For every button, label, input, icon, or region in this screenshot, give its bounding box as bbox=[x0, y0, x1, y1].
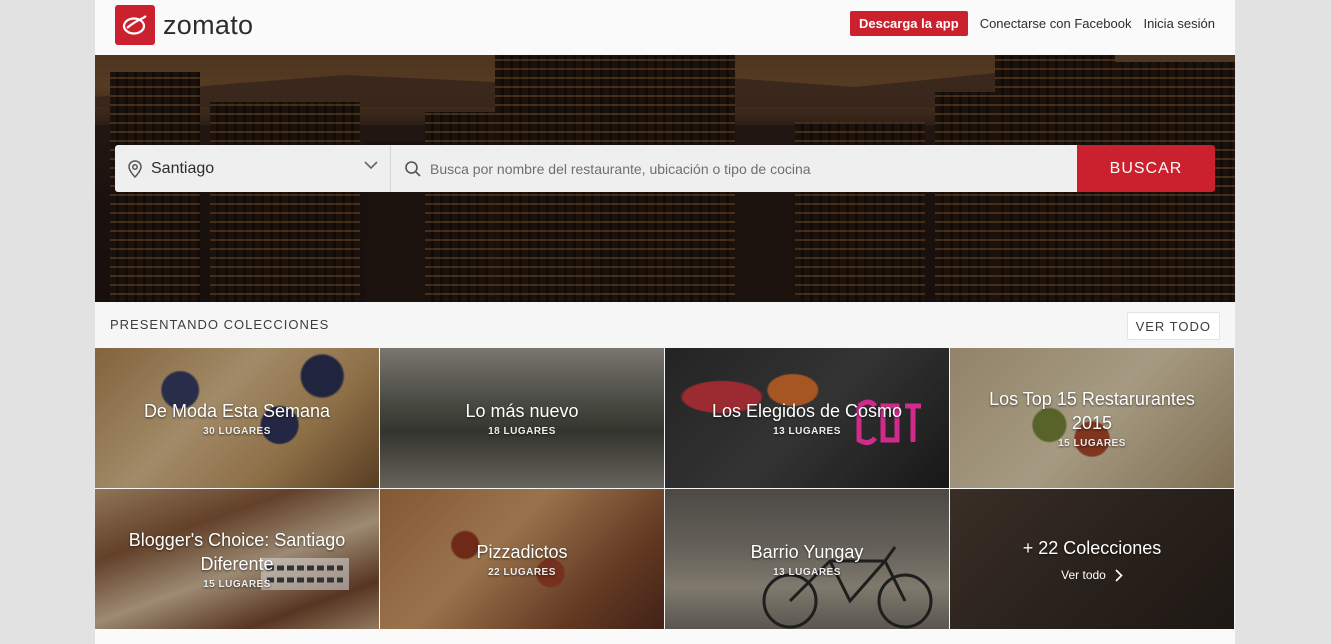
collection-card[interactable]: Los Top 15 Restarurantes 2015 15 LUGARES bbox=[950, 348, 1234, 488]
view-all-collections-link[interactable]: Ver todo bbox=[1061, 568, 1123, 582]
collection-card[interactable]: Barrio Yungay 13 LUGARES bbox=[665, 489, 949, 629]
collection-title: Pizzadictos bbox=[476, 542, 568, 562]
collection-title: Lo más nuevo bbox=[465, 401, 579, 421]
zomato-logo[interactable]: zomato bbox=[115, 5, 253, 45]
collection-card[interactable]: Los Elegidos de Cosmo 13 LUGARES bbox=[665, 348, 949, 488]
collections-title: PRESENTANDO COLECCIONES bbox=[110, 317, 330, 332]
search-input[interactable] bbox=[430, 160, 1050, 177]
facebook-login-link[interactable]: Conectarse con Facebook bbox=[980, 16, 1132, 31]
zomato-logo-icon bbox=[115, 5, 155, 45]
page-footer-strip bbox=[95, 629, 1235, 644]
location-pin-icon bbox=[128, 159, 142, 178]
chevron-down-icon bbox=[364, 161, 378, 170]
collection-card[interactable]: De Moda Esta Semana 30 LUGARES bbox=[95, 348, 379, 488]
collection-count: 13 LUGARES bbox=[773, 426, 841, 437]
collection-count: 30 LUGARES bbox=[203, 426, 271, 437]
more-collections-title: + 22 Colecciones bbox=[1022, 538, 1162, 558]
collection-count: 22 LUGARES bbox=[488, 567, 556, 578]
search-button[interactable]: BUSCAR bbox=[1077, 145, 1215, 192]
collection-title: Barrio Yungay bbox=[750, 542, 864, 562]
collection-count: 18 LUGARES bbox=[488, 426, 556, 437]
nav-links: Descarga la app Conectarse con Facebook … bbox=[849, 11, 1215, 36]
collection-count: 15 LUGARES bbox=[203, 579, 271, 590]
more-collections-card[interactable]: + 22 Colecciones Ver todo bbox=[950, 489, 1234, 629]
view-all-label: Ver todo bbox=[1061, 568, 1106, 582]
collection-title: Los Top 15 Restarurantes 2015 bbox=[989, 389, 1195, 433]
login-link[interactable]: Inicia sesión bbox=[1143, 16, 1215, 31]
page: zomato Descarga la app Conectarse con Fa… bbox=[95, 0, 1235, 644]
top-nav: zomato Descarga la app Conectarse con Fa… bbox=[95, 0, 1235, 55]
chevron-right-icon bbox=[1115, 568, 1123, 582]
location-value: Santiago bbox=[151, 159, 215, 177]
hero-banner: Santiago BUSCAR bbox=[95, 55, 1235, 302]
search-field bbox=[391, 145, 1077, 192]
view-all-button[interactable]: VER TODO bbox=[1126, 312, 1220, 340]
download-app-button[interactable]: Descarga la app bbox=[849, 11, 968, 36]
collection-card[interactable]: Blogger's Choice: Santiago Diferente 15 … bbox=[95, 489, 379, 629]
collection-card[interactable]: Lo más nuevo 18 LUGARES bbox=[380, 348, 664, 488]
collection-count: 15 LUGARES bbox=[1058, 438, 1126, 449]
collection-card[interactable]: Pizzadictos 22 LUGARES bbox=[380, 489, 664, 629]
collection-count: 13 LUGARES bbox=[773, 567, 841, 578]
collection-title: De Moda Esta Semana bbox=[143, 401, 331, 421]
collection-title: Los Elegidos de Cosmo bbox=[711, 401, 903, 421]
brand-name: zomato bbox=[163, 9, 254, 40]
location-selector[interactable]: Santiago bbox=[115, 145, 391, 192]
search-bar: Santiago BUSCAR bbox=[115, 145, 1215, 192]
collection-title: Blogger's Choice: Santiago Diferente bbox=[128, 530, 346, 574]
search-icon bbox=[405, 160, 421, 177]
collections-grid: De Moda Esta Semana 30 LUGARES Lo más nu… bbox=[95, 348, 1235, 629]
collections-header: PRESENTANDO COLECCIONES VER TODO bbox=[95, 302, 1235, 348]
